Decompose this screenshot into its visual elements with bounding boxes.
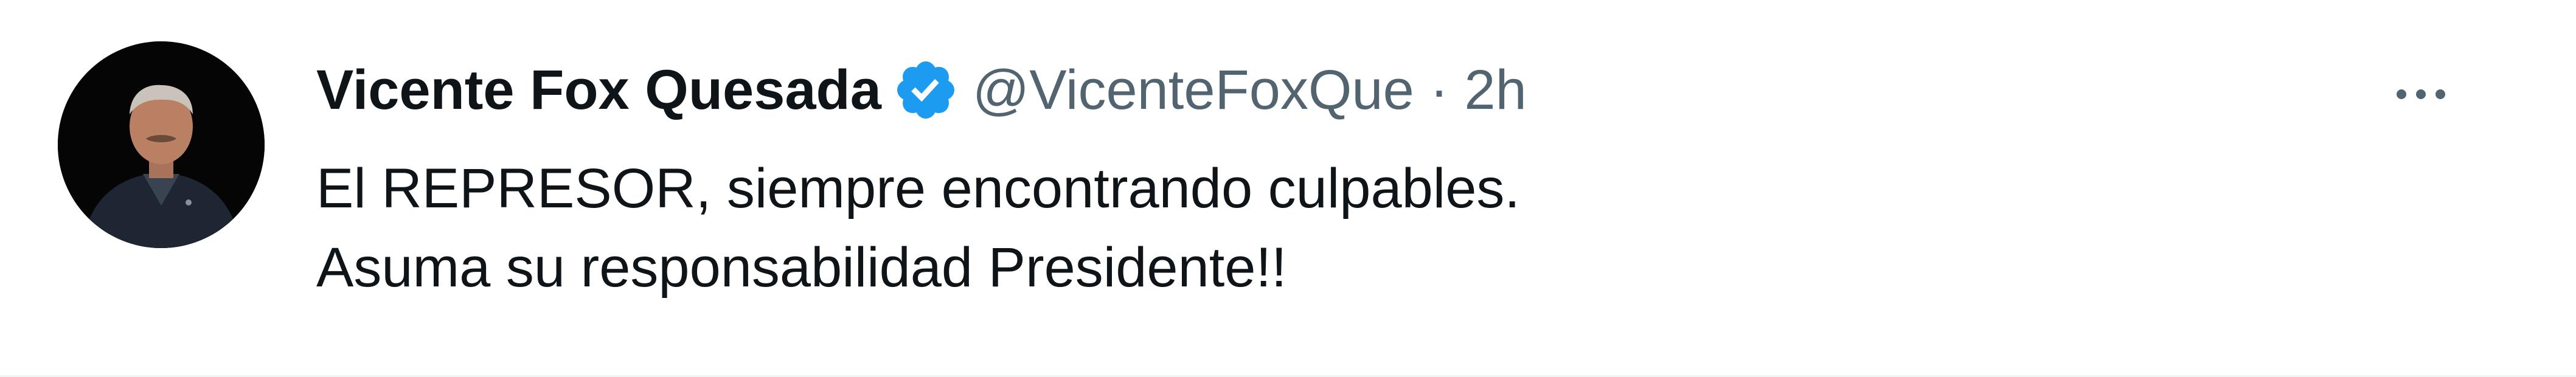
header-separator: ·: [1429, 59, 1449, 121]
more-options-button[interactable]: [2375, 64, 2467, 125]
profile-photo-icon: [58, 41, 265, 248]
verified-badge-icon: [892, 57, 959, 123]
ellipsis-icon: [2392, 89, 2450, 99]
author-avatar[interactable]: [58, 41, 265, 248]
tweet-card[interactable]: Vicente Fox Quesada @VicenteFoxQue · 2h …: [0, 0, 2576, 377]
tweet-text-line: Asuma su responsabilidad Presidente!!: [316, 237, 1287, 299]
author-display-name[interactable]: Vicente Fox Quesada: [316, 54, 881, 126]
tweet-header: Vicente Fox Quesada @VicenteFoxQue · 2h: [316, 54, 1527, 126]
tweet-text: El REPRESOR, siempre encontrando culpabl…: [316, 149, 2324, 307]
tweet-text-line: El REPRESOR, siempre encontrando culpabl…: [316, 157, 1520, 220]
author-handle[interactable]: @VicenteFoxQue: [973, 54, 1414, 126]
tweet-timestamp[interactable]: 2h: [1464, 54, 1526, 126]
